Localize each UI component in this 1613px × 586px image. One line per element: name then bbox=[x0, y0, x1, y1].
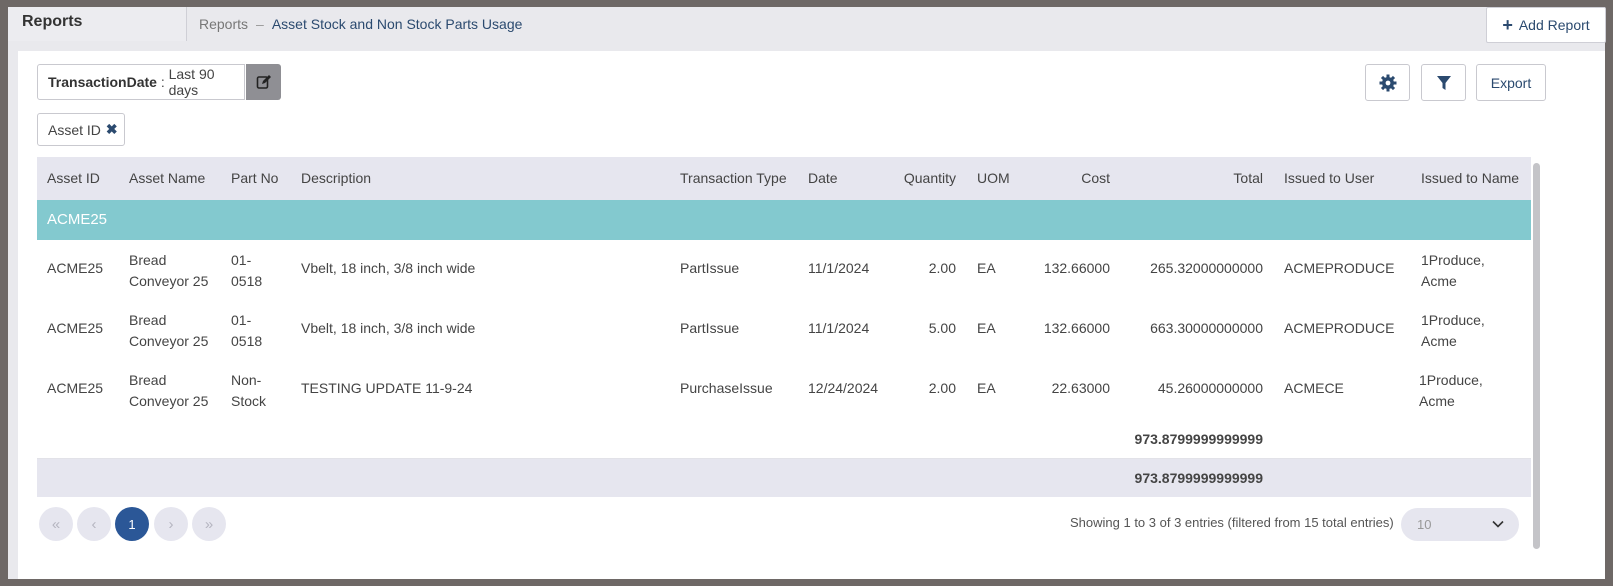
cell-date: 11/1/2024 bbox=[808, 320, 870, 336]
group-subtotal-row: 973.8799999999999 bbox=[37, 420, 1531, 459]
cell-part-no: Non- Stock bbox=[231, 372, 267, 409]
cell-cost: 132.66000 bbox=[1043, 260, 1110, 276]
col-uom[interactable]: UOM bbox=[977, 170, 1010, 186]
app-frame: Reports Reports – Asset Stock and Non Stoc… bbox=[8, 7, 1606, 579]
add-report-button[interactable]: + Add Report bbox=[1486, 7, 1606, 43]
filter-value: Last 90 days bbox=[168, 66, 215, 98]
subtotal-value: 973.8799999999999 bbox=[1134, 431, 1263, 447]
cell-asset-name: Bread Conveyor 25 bbox=[129, 252, 209, 289]
cell-transaction-type: PartIssue bbox=[680, 320, 740, 336]
col-issued-to-user[interactable]: Issued to User bbox=[1284, 170, 1374, 186]
page-size-select[interactable]: 10 bbox=[1401, 508, 1519, 541]
cell-issued-to-user: ACMEPRODUCE bbox=[1284, 320, 1395, 336]
col-issued-to-name[interactable]: Issued to Name bbox=[1421, 170, 1519, 186]
cell-asset-name: Bread Conveyor 25 bbox=[129, 312, 209, 349]
cell-asset-id: ACME25 bbox=[47, 380, 104, 396]
cell-cost: 132.66000 bbox=[1043, 320, 1110, 336]
table-row[interactable]: ACME25 Bread Conveyor 25 Non- Stock TESTIN… bbox=[37, 360, 1531, 421]
col-date[interactable]: Date bbox=[808, 170, 838, 186]
cell-quantity: 2.00 bbox=[928, 260, 956, 276]
next-page-icon: › bbox=[168, 515, 174, 533]
cell-description: TESTING UPDATE 11-9-24 bbox=[301, 380, 473, 396]
plus-icon: + bbox=[1502, 15, 1513, 35]
filter-button[interactable] bbox=[1421, 64, 1466, 101]
settings-button[interactable] bbox=[1365, 64, 1410, 101]
cell-total: 265.32000000000 bbox=[1150, 260, 1263, 276]
group-by-chip[interactable]: Asset ID ✖ bbox=[37, 113, 125, 146]
col-description[interactable]: Description bbox=[301, 170, 371, 186]
cell-part-no: 01- 0518 bbox=[231, 312, 263, 349]
chevron-down-icon bbox=[1492, 520, 1504, 528]
cell-transaction-type: PurchaseIssue bbox=[680, 380, 773, 396]
cell-date: 11/1/2024 bbox=[808, 260, 870, 276]
col-total[interactable]: Total bbox=[1167, 170, 1263, 186]
table-header: Asset ID Asset Name Part No Description … bbox=[37, 157, 1531, 200]
cell-uom: EA bbox=[977, 320, 996, 336]
date-filter[interactable]: TransactionDate : Last 90 days bbox=[37, 64, 245, 100]
grand-total-row: 973.8799999999999 bbox=[37, 459, 1531, 497]
cell-issued-to-name: 1Produce, Acme bbox=[1421, 312, 1485, 349]
close-icon[interactable]: ✖ bbox=[106, 121, 118, 138]
cell-total: 663.30000000000 bbox=[1150, 320, 1263, 336]
cell-description: Vbelt, 18 inch, 3/8 inch wide bbox=[301, 320, 476, 336]
col-part-no[interactable]: Part No bbox=[231, 170, 278, 186]
page-size-value: 10 bbox=[1417, 517, 1432, 532]
edit-icon bbox=[256, 75, 271, 89]
first-page-button[interactable]: « bbox=[39, 507, 73, 541]
edit-filter-button[interactable] bbox=[246, 64, 281, 100]
filter-key: TransactionDate bbox=[48, 74, 157, 90]
breadcrumb-current: Asset Stock and Non Stock Parts Usage bbox=[271, 16, 523, 32]
cell-asset-id: ACME25 bbox=[47, 260, 104, 276]
cell-quantity: 5.00 bbox=[928, 320, 956, 336]
cell-total: 45.26000000000 bbox=[1157, 380, 1263, 396]
prev-page-button[interactable]: ‹ bbox=[77, 507, 111, 541]
breadcrumb: Reports – Asset Stock and Non Stock Parts … bbox=[199, 16, 522, 32]
chip-label: Asset ID bbox=[48, 121, 101, 138]
cell-issued-to-user: ACMECE bbox=[1284, 380, 1344, 396]
cell-transaction-type: PartIssue bbox=[680, 260, 740, 276]
cell-part-no: 01- 0518 bbox=[231, 252, 263, 289]
last-page-icon: » bbox=[204, 515, 214, 533]
group-label: ACME25 bbox=[47, 211, 108, 228]
filter-separator: : bbox=[160, 74, 165, 90]
cell-issued-to-name: 1Produce, Acme bbox=[1419, 372, 1483, 409]
cell-date: 12/24/2024 bbox=[808, 380, 879, 396]
table-row[interactable]: ACME25 Bread Conveyor 25 01- 0518 Vbelt, 1… bbox=[37, 240, 1531, 301]
cell-uom: EA bbox=[977, 380, 996, 396]
col-quantity[interactable]: Quantity bbox=[895, 170, 956, 186]
prev-page-icon: ‹ bbox=[91, 515, 97, 533]
add-report-label: Add Report bbox=[1518, 17, 1590, 33]
col-asset-id[interactable]: Asset ID bbox=[47, 170, 100, 186]
top-bar: Reports Reports – Asset Stock and Non Stoc… bbox=[8, 7, 1606, 51]
cell-uom: EA bbox=[977, 260, 996, 276]
divider bbox=[186, 7, 187, 41]
gear-icon bbox=[1379, 74, 1396, 91]
grand-total-value: 973.8799999999999 bbox=[1134, 470, 1263, 486]
cell-description: Vbelt, 18 inch, 3/8 inch wide bbox=[301, 260, 476, 276]
group-row[interactable]: ACME25 bbox=[37, 200, 1531, 240]
col-transaction-type[interactable]: Transaction Type bbox=[680, 170, 787, 186]
cell-asset-id: ACME25 bbox=[47, 320, 104, 336]
col-cost[interactable]: Cost bbox=[1037, 170, 1110, 186]
breadcrumb-separator: – bbox=[256, 16, 264, 32]
cell-quantity: 2.00 bbox=[928, 380, 956, 396]
vertical-scrollbar[interactable] bbox=[1533, 163, 1540, 549]
table-row[interactable]: ACME25 Bread Conveyor 25 01- 0518 Vbelt, 1… bbox=[37, 300, 1531, 361]
page-1-button[interactable]: 1 bbox=[115, 507, 149, 541]
cell-issued-to-name: 1Produce, Acme bbox=[1421, 252, 1485, 289]
cell-issued-to-user: ACMEPRODUCE bbox=[1284, 260, 1395, 276]
next-page-button[interactable]: › bbox=[154, 507, 188, 541]
cell-asset-name: Bread Conveyor 25 bbox=[129, 372, 209, 409]
col-asset-name[interactable]: Asset Name bbox=[129, 170, 205, 186]
first-page-icon: « bbox=[51, 515, 61, 533]
cell-cost: 22.63000 bbox=[1051, 380, 1110, 396]
export-button[interactable]: Export bbox=[1476, 64, 1546, 101]
breadcrumb-root[interactable]: Reports bbox=[199, 16, 248, 32]
entries-info: Showing 1 to 3 of 3 entries (filtered fr… bbox=[1070, 515, 1394, 530]
last-page-button[interactable]: » bbox=[192, 507, 226, 541]
filter-icon bbox=[1436, 75, 1451, 90]
page-title: Reports bbox=[22, 13, 83, 30]
